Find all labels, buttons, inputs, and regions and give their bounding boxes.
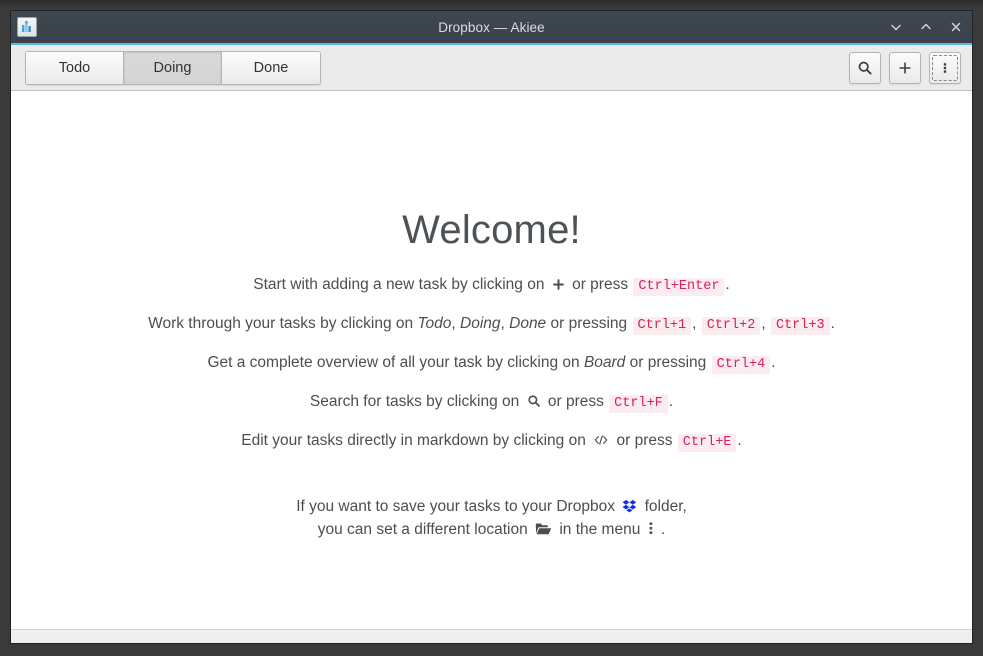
shortcut-badge: Ctrl+F — [609, 394, 668, 413]
hint-text: or press — [547, 392, 604, 410]
toolbar: Todo Doing Done — [11, 45, 972, 91]
hint-line-add-task: Start with adding a new task by clicking… — [253, 275, 730, 296]
welcome-screen: Welcome! Start with adding a new task by… — [11, 91, 972, 629]
window-title: Dropbox — Akiee — [438, 19, 545, 35]
add-task-button[interactable] — [889, 51, 921, 84]
dropbox-hint-block: If you want to save your tasks to your D… — [296, 496, 687, 542]
tab-doing-label: Doing — [153, 59, 192, 76]
plus-icon — [897, 60, 913, 76]
hint-text: . — [668, 392, 674, 410]
hint-text: Search for tasks by clicking on — [309, 392, 520, 410]
view-tab-group: Todo Doing Done — [25, 50, 321, 85]
hint-text: or pressing — [629, 353, 707, 371]
hint-text: in the menu — [559, 521, 641, 539]
shortcut-badge: Ctrl+Enter — [633, 278, 725, 296]
code-brackets-icon — [593, 433, 609, 447]
hint-line-board: Get a complete overview of all your task… — [207, 353, 776, 374]
hint-text: Work through your tasks by clicking on — [148, 314, 414, 332]
hint-line-markdown: Edit your tasks directly in markdown by … — [241, 431, 742, 452]
hint-emph-doing: Doing — [460, 314, 501, 332]
window-controls — [888, 19, 964, 35]
hint-text: Get a complete overview of all your task… — [207, 353, 580, 371]
akiee-app-icon — [17, 17, 37, 37]
hint-text: Edit your tasks directly in markdown by … — [241, 431, 586, 449]
hint-text: or press — [616, 431, 673, 449]
hint-emph-todo: Todo — [417, 314, 452, 332]
search-icon — [857, 60, 873, 76]
kebab-menu-icon — [648, 521, 654, 536]
open-folder-icon — [535, 522, 552, 536]
hint-emph-board: Board — [583, 353, 626, 371]
search-icon — [527, 394, 541, 408]
hint-text: folder, — [644, 498, 687, 516]
tab-todo[interactable]: Todo — [26, 51, 124, 84]
search-button[interactable] — [849, 51, 881, 84]
hint-sep: , — [451, 314, 456, 332]
tab-done-label: Done — [253, 59, 289, 76]
hint-text: . — [737, 431, 742, 449]
minimize-button[interactable] — [888, 19, 904, 35]
titlebar: Dropbox — Akiee — [11, 11, 972, 45]
hint-text: . — [830, 314, 835, 332]
hint-text: If you want to save your tasks to your D… — [296, 498, 615, 516]
hint-text: or pressing — [550, 314, 628, 332]
hint-sep: , — [761, 314, 766, 332]
maximize-button[interactable] — [918, 19, 934, 35]
hint-line-search: Search for tasks by clicking on or press… — [310, 392, 673, 413]
hint-sep: , — [692, 314, 697, 332]
tab-done[interactable]: Done — [222, 51, 320, 84]
kebab-menu-icon — [937, 60, 953, 76]
statusbar — [11, 629, 972, 643]
hint-line-tabs: Work through your tasks by clicking on T… — [148, 314, 835, 335]
hint-sep: , — [500, 314, 505, 332]
hint-text: . — [660, 521, 666, 539]
dropbox-hint-line-2: you can set a different location in the … — [296, 519, 687, 542]
dropbox-hint-line-1: If you want to save your tasks to your D… — [296, 496, 687, 519]
toolbar-actions — [849, 51, 961, 84]
shortcut-badge: Ctrl+E — [677, 433, 737, 452]
application-window: Dropbox — Akiee Todo Doing Done Welcome!… — [10, 10, 973, 644]
hint-text: or press — [572, 276, 629, 293]
window-frame-shadow — [0, 0, 983, 10]
shortcut-badge: Ctrl+1 — [632, 316, 692, 335]
shortcut-badge: Ctrl+2 — [701, 316, 761, 335]
desktop-window-frame: Dropbox — Akiee Todo Doing Done Welcome!… — [0, 0, 983, 656]
tab-doing[interactable]: Doing — [124, 51, 222, 84]
hint-text: you can set a different location — [317, 521, 528, 539]
page-title: Welcome! — [402, 208, 581, 252]
shortcut-badge: Ctrl+3 — [770, 316, 830, 335]
hint-text: . — [725, 276, 730, 293]
dropbox-icon — [622, 499, 637, 513]
menu-button[interactable] — [929, 51, 961, 84]
close-button[interactable] — [948, 19, 964, 35]
hint-text: Start with adding a new task by clicking… — [253, 276, 545, 293]
hint-emph-done: Done — [509, 314, 547, 332]
hint-text: . — [771, 353, 776, 371]
shortcut-badge: Ctrl+4 — [711, 355, 771, 374]
tab-todo-label: Todo — [58, 59, 91, 76]
plus-icon — [552, 278, 565, 291]
